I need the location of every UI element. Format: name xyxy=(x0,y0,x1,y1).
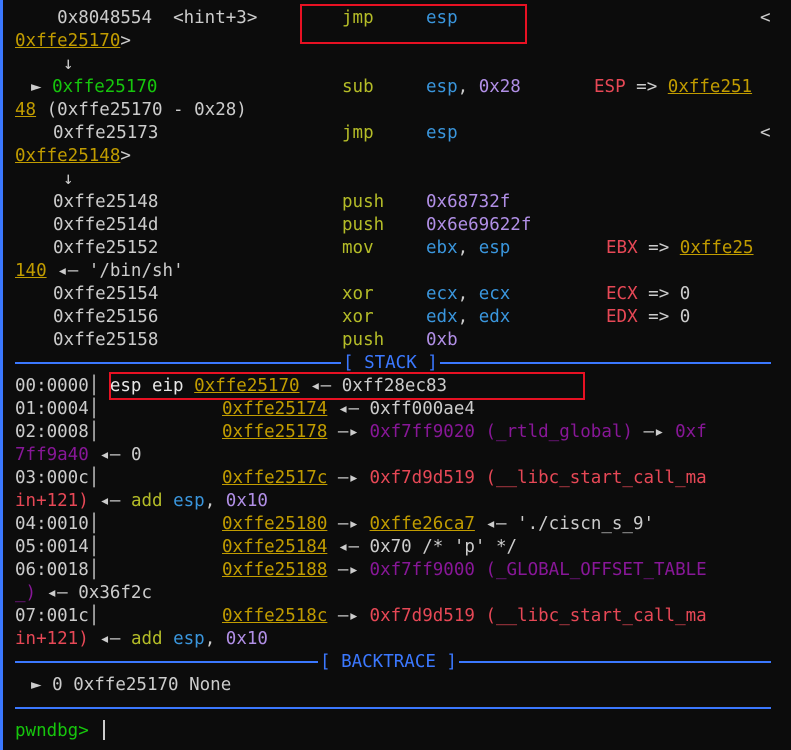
flow-down-arrow-icon: ↓ xyxy=(63,54,74,74)
stack-row: 07:001c│ xyxy=(15,606,100,626)
operands: ebx, esp xyxy=(426,238,511,258)
stack-row-content: 0xffe25174 ◂— 0xff000ae4 xyxy=(222,399,475,419)
jump-target-address[interactable]: 0xffe25170 xyxy=(15,31,120,51)
stack-row-content: 0xffe2517c —▸ 0xf7d9d519 (__libc_start_c… xyxy=(222,468,707,488)
flow-down-arrow-icon: ↓ xyxy=(63,169,74,189)
backtrace-frame: ► 0 0xffe25170 None xyxy=(31,675,232,695)
stack-row: 00:0000│ esp eip 0xffe25170 ◂— 0xff28ec8… xyxy=(15,376,448,396)
stack-row-continuation: 7ff9a40 ◂— 0 xyxy=(15,445,142,465)
register-annotation: ECX => 0 xyxy=(606,284,691,304)
current-marker-icon: ► xyxy=(31,77,42,97)
opcode: jmp xyxy=(342,123,374,143)
operand-immediate: 0x68732f xyxy=(426,192,511,212)
register-annotation: ESP => 0xffe251 xyxy=(594,77,753,97)
stack-row-content: 0xffe25188 —▸ 0xf7ff9000 (_GLOBAL_OFFSET… xyxy=(222,560,707,580)
prompt-separator xyxy=(15,707,771,709)
instruction-address: 0xffe25148 xyxy=(53,192,159,212)
stack-row-continuation: _) ◂— 0x36f2c xyxy=(15,583,153,603)
stack-row-continuation: in+121) ◂— add esp, 0x10 xyxy=(15,491,268,511)
opcode: mov xyxy=(342,238,374,258)
instruction-address: 0x8048554 xyxy=(57,8,152,28)
jump-target-address[interactable]: 0xffe25148 xyxy=(15,146,120,166)
stack-row: 02:0008│ xyxy=(15,422,100,442)
terminal-window: 0x8048554 <hint+3> jmp esp < 0xffe25170>… xyxy=(0,0,791,750)
instruction-address: 0xffe25156 xyxy=(53,307,159,327)
stack-row-content: 0xffe25184 ◂— 0x70 /* 'p' */ xyxy=(222,537,518,557)
command-prompt[interactable]: pwndbg> xyxy=(15,720,106,743)
register-annotation: EDX => 0 xyxy=(606,307,691,327)
instruction-address: 0xffe25152 xyxy=(53,238,159,258)
stack-row-content: 0xffe25178 —▸ 0xf7ff9020 (_rtld_global) … xyxy=(222,422,707,442)
operands: ecx, ecx xyxy=(426,284,511,304)
current-frame-marker-icon: ► xyxy=(31,675,42,695)
target-open-bracket: < xyxy=(760,123,771,143)
stack-row-content: 0xffe25180 —▸ 0xffe26ca7 ◂— './ciscn_s_9… xyxy=(222,514,655,534)
opcode: xor xyxy=(342,284,374,304)
stack-row-continuation: in+121) ◂— add esp, 0x10 xyxy=(15,629,268,649)
annotation-continuation: 140 ◂— '/bin/sh' xyxy=(15,261,184,281)
stack-row: 05:0014│ xyxy=(15,537,100,557)
text-cursor xyxy=(103,720,106,740)
stack-row: 04:0010│ xyxy=(15,514,100,534)
stack-row: 01:0004│ xyxy=(15,399,100,419)
opcode: sub xyxy=(342,77,374,97)
disasm-line: 0x8048554 <hint+3> xyxy=(15,7,257,30)
register-annotation: EBX => 0xffe25 xyxy=(606,238,754,258)
operand-immediate: 0x6e69622f xyxy=(426,215,532,235)
annotation-continuation: 48 (0xffe25170 - 0x28) xyxy=(15,100,247,120)
stack-row: 06:0018│ xyxy=(15,560,100,580)
operand-register: esp xyxy=(426,123,458,143)
stack-row-content: 0xffe2518c —▸ 0xf7d9d519 (__libc_start_c… xyxy=(222,606,707,626)
opcode: push xyxy=(342,215,385,235)
operand-immediate: 0xb xyxy=(426,330,458,350)
backtrace-section-title: [ BACKTRACE ] xyxy=(318,651,459,674)
stack-row: 03:000c│ xyxy=(15,468,100,488)
opcode: push xyxy=(342,192,385,212)
instruction-address: 0xffe25158 xyxy=(53,330,159,350)
operands: esp, 0x28 xyxy=(426,77,521,97)
opcode: push xyxy=(342,330,385,350)
operands: edx, edx xyxy=(426,307,511,327)
current-instruction-line: ► 0xffe25170 xyxy=(31,76,157,99)
target-open-bracket: < xyxy=(760,8,771,28)
opcode: xor xyxy=(342,307,374,327)
prompt-label: pwndbg> xyxy=(15,721,89,741)
jump-target-line: 0xffe25170> xyxy=(15,31,131,51)
current-instruction-address: 0xffe25170 xyxy=(52,77,158,97)
register-pointers: esp eip xyxy=(109,376,184,396)
instruction-address: 0xffe25173 xyxy=(53,123,159,143)
symbol-hint: <hint+3> xyxy=(173,8,258,28)
instruction-address: 0xffe25154 xyxy=(53,284,159,304)
instruction-address: 0xffe2514d xyxy=(53,215,159,235)
jump-target-line: 0xffe25148> xyxy=(15,146,131,166)
highlight-box-jmp-esp xyxy=(300,4,527,44)
